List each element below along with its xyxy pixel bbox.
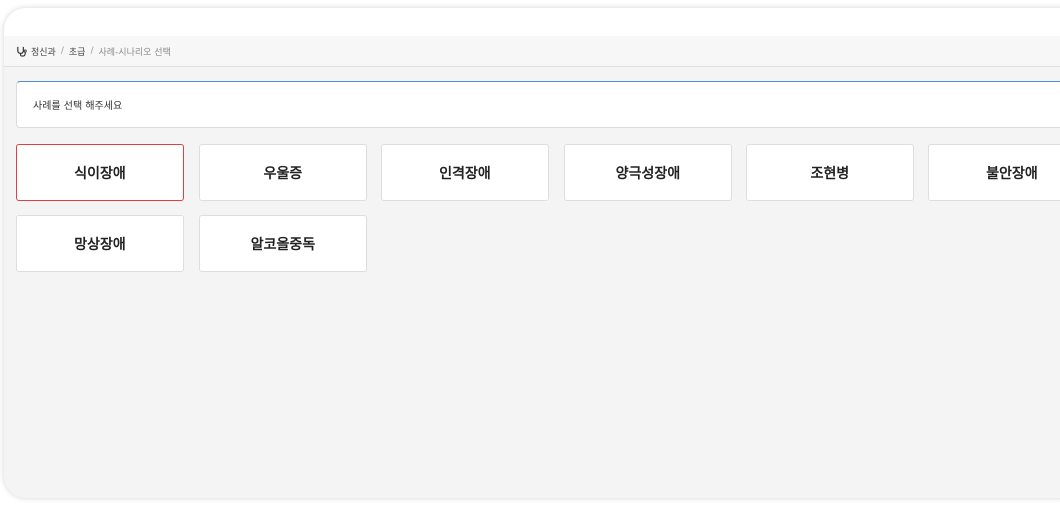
breadcrumb: 정신과 / 초급 / 사례-시나리오 선택: [4, 36, 1060, 67]
instruction-text: 사례를 선택 해주세요: [33, 101, 123, 112]
stethoscope-icon: [15, 45, 27, 57]
instruction-box: 사례를 선택 해주세요: [16, 81, 1060, 128]
case-button-bipolar-disorder[interactable]: 양극성장애: [564, 144, 732, 201]
case-button-eating-disorder[interactable]: 식이장애: [16, 144, 184, 201]
breadcrumb-item-level[interactable]: 초급: [69, 45, 86, 58]
top-bar: [4, 8, 1060, 37]
breadcrumb-separator: /: [90, 46, 94, 56]
case-button-depression[interactable]: 우울증: [199, 144, 367, 201]
case-button-schizophrenia[interactable]: 조현병: [746, 144, 914, 201]
breadcrumb-item-department[interactable]: 정신과: [31, 45, 56, 58]
case-button-delusional-disorder[interactable]: 망상장애: [16, 215, 184, 272]
breadcrumb-separator: /: [60, 46, 64, 56]
case-button-personality-disorder[interactable]: 인격장애: [381, 144, 549, 201]
case-button-alcoholism[interactable]: 알코올중독: [199, 215, 367, 272]
app-window: 정신과 / 초급 / 사례-시나리오 선택 사례를 선택 해주세요 식이장애 우…: [4, 8, 1060, 498]
breadcrumb-item-current: 사례-시나리오 선택: [98, 47, 171, 58]
case-button-anxiety-disorder[interactable]: 불안장애: [928, 144, 1060, 201]
